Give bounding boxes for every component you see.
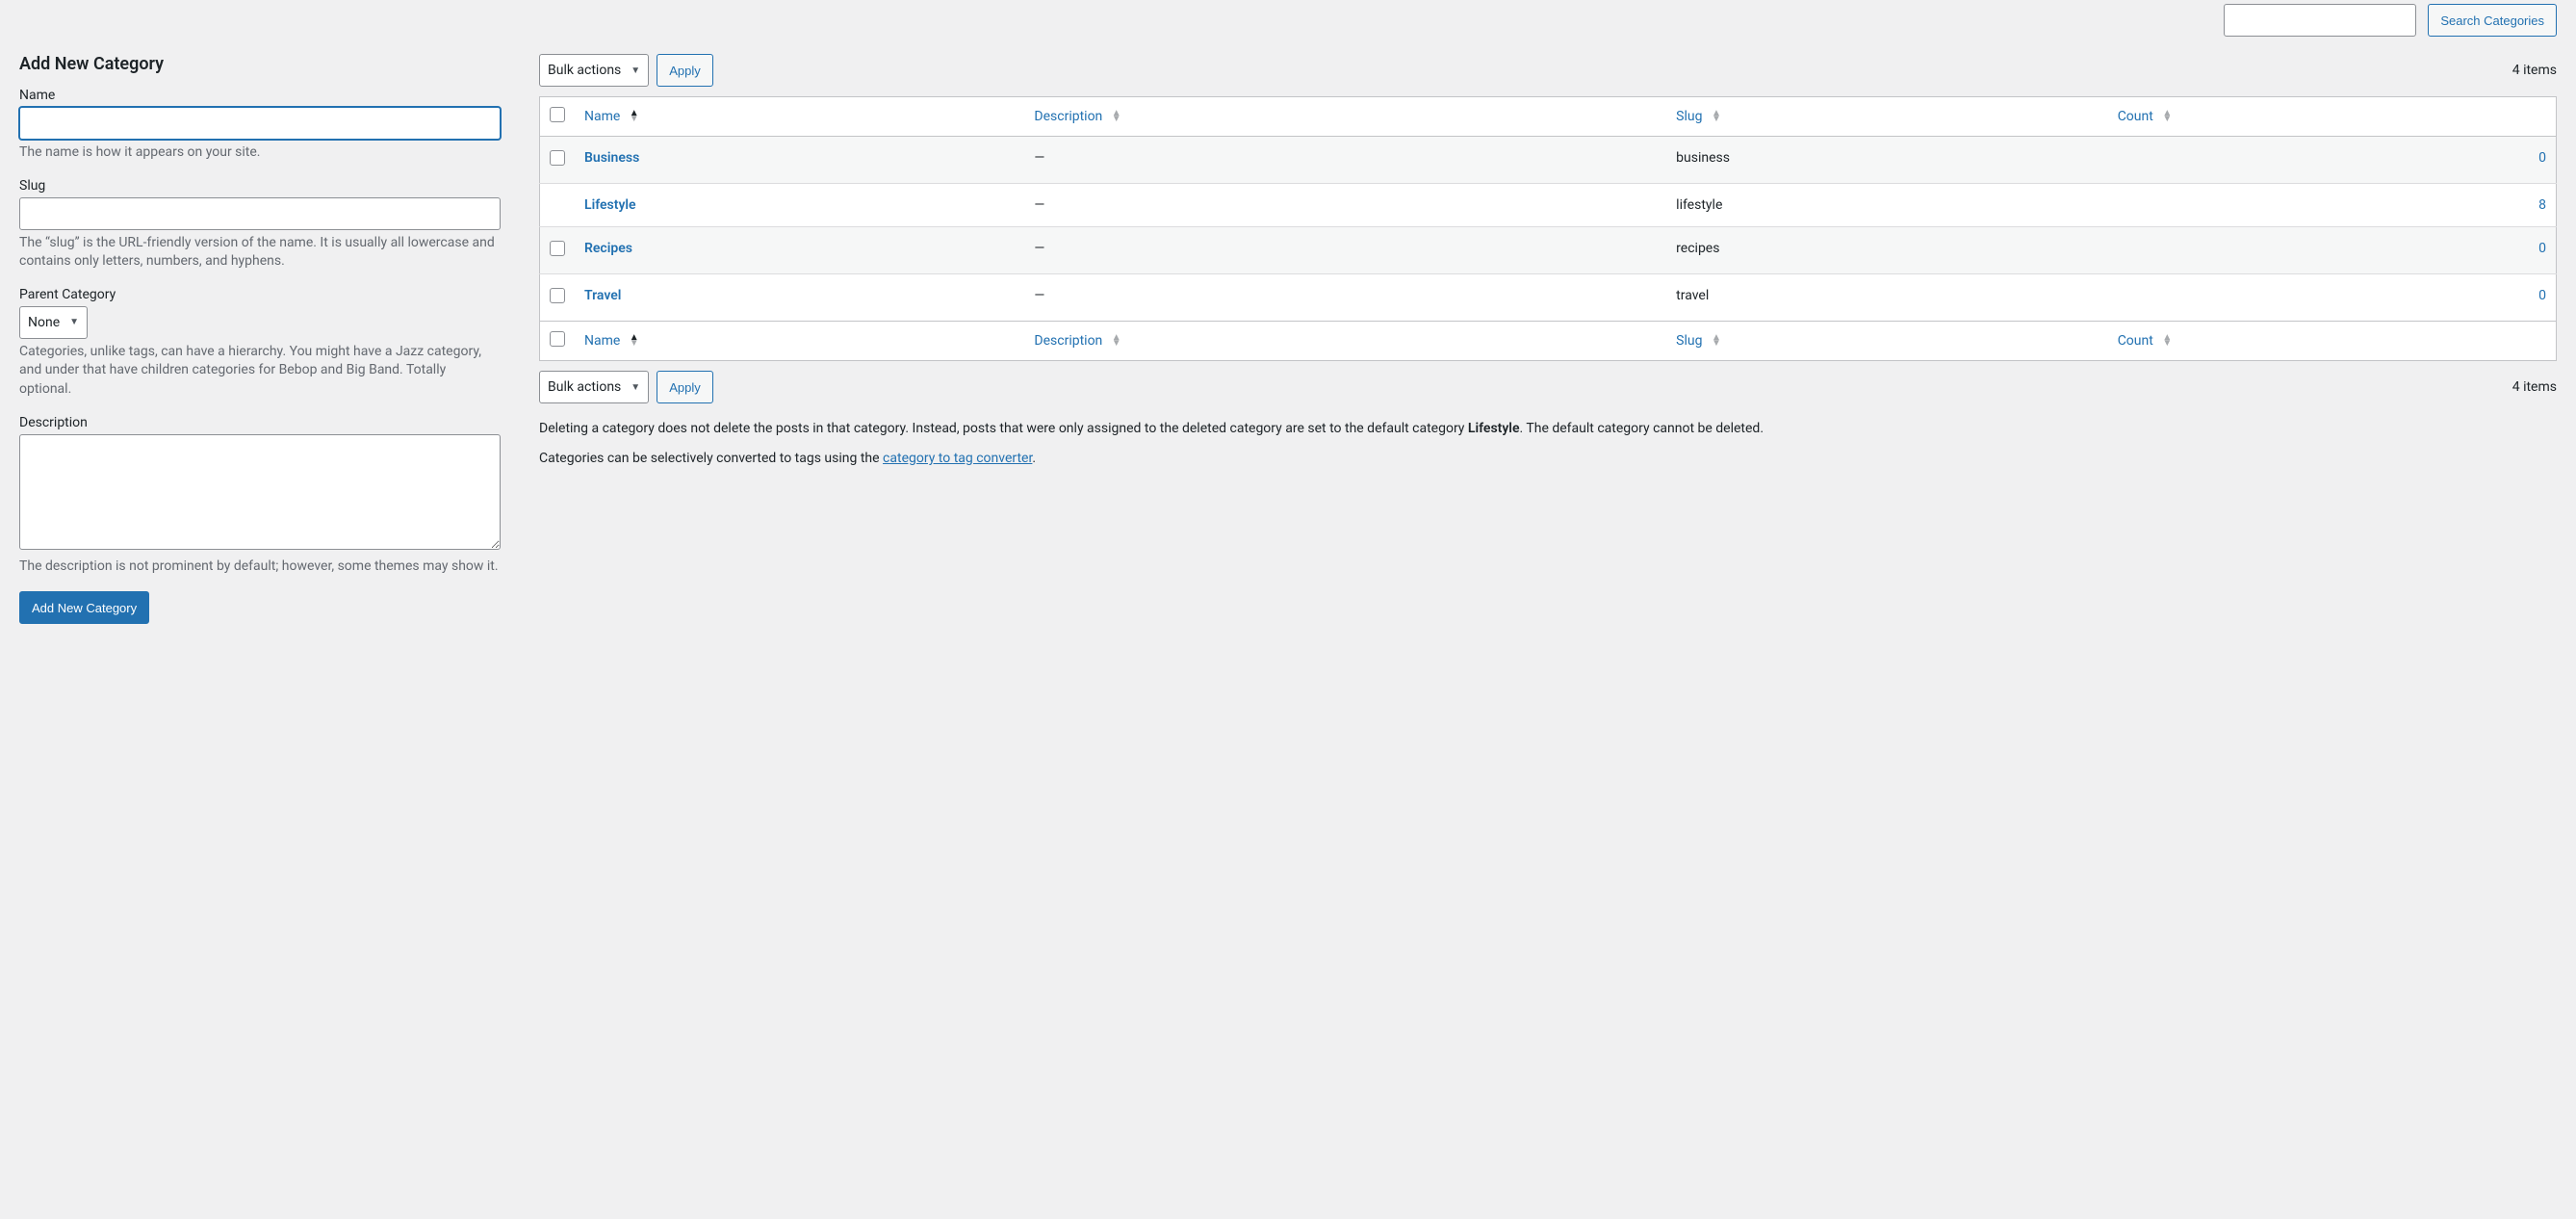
sort-icon: ▲▼ <box>1112 111 1121 122</box>
column-slug-label: Slug <box>1676 333 1702 349</box>
name-help: The name is how it appears on your site. <box>19 143 501 163</box>
slug-label: Slug <box>19 178 501 194</box>
category-slug: travel <box>1666 274 2108 322</box>
select-all-checkbox-bottom[interactable] <box>550 331 565 347</box>
parent-select[interactable]: None ▼ <box>19 306 88 339</box>
category-count-link[interactable]: 8 <box>2538 197 2546 213</box>
slug-help: The “slug” is the URL-friendly version o… <box>19 234 501 272</box>
sort-icon: ▲▼ <box>630 335 639 347</box>
search-input[interactable] <box>2224 4 2416 37</box>
slug-input[interactable] <box>19 197 501 230</box>
category-count-link[interactable]: 0 <box>2538 288 2546 303</box>
default-category-name: Lifestyle <box>1468 421 1520 436</box>
description-label: Description <box>19 415 501 430</box>
row-checkbox[interactable] <box>550 241 565 256</box>
add-category-heading: Add New Category <box>19 54 501 74</box>
column-description-header[interactable]: Description ▲▼ <box>1024 97 1666 137</box>
items-count-top: 4 items <box>2512 63 2557 78</box>
category-slug: lifestyle <box>1666 184 2108 227</box>
category-count-link[interactable]: 0 <box>2538 241 2546 256</box>
select-all-checkbox-top[interactable] <box>550 107 565 122</box>
name-label: Name <box>19 88 501 103</box>
category-description: — <box>1024 184 1666 227</box>
category-slug: business <box>1666 137 2108 184</box>
category-name-link[interactable]: Travel <box>584 288 621 303</box>
bulk-actions-value: Bulk actions <box>548 379 621 395</box>
category-to-tag-converter-link[interactable]: category to tag converter <box>883 451 1032 466</box>
category-slug: recipes <box>1666 227 2108 274</box>
column-count-label: Count <box>2118 109 2153 124</box>
column-name-label: Name <box>584 109 620 124</box>
category-description: — <box>1024 227 1666 274</box>
column-description-footer[interactable]: Description ▲▼ <box>1024 322 1666 361</box>
column-slug-header[interactable]: Slug ▲▼ <box>1666 97 2108 137</box>
sort-icon: ▲▼ <box>1112 335 1121 347</box>
row-checkbox[interactable] <box>550 150 565 166</box>
note-text: . <box>1032 451 1036 466</box>
table-row: Lifestyle —lifestyle 8 <box>540 184 2557 227</box>
apply-button-top[interactable]: Apply <box>657 54 713 87</box>
bulk-actions-select-top[interactable]: Bulk actions ▼ <box>539 54 649 87</box>
column-count-header[interactable]: Count ▲▼ <box>2108 97 2557 137</box>
bulk-actions-select-bottom[interactable]: Bulk actions ▼ <box>539 371 649 403</box>
sort-icon: ▲▼ <box>1712 111 1721 122</box>
chevron-down-icon: ▼ <box>631 382 640 393</box>
sort-icon: ▲▼ <box>1712 335 1721 347</box>
row-checkbox[interactable] <box>550 288 565 303</box>
parent-help: Categories, unlike tags, can have a hier… <box>19 343 501 400</box>
parent-label: Parent Category <box>19 287 501 302</box>
category-name-link[interactable]: Business <box>584 150 639 166</box>
column-description-label: Description <box>1034 109 1102 124</box>
bulk-actions-value: Bulk actions <box>548 63 621 78</box>
table-row: Travel —travel 0 <box>540 274 2557 322</box>
description-help: The description is not prominent by defa… <box>19 558 501 577</box>
category-count-link[interactable]: 0 <box>2538 150 2546 166</box>
category-description: — <box>1024 137 1666 184</box>
add-category-button[interactable]: Add New Category <box>19 591 149 624</box>
parent-selected-value: None <box>28 315 60 330</box>
column-slug-footer[interactable]: Slug ▲▼ <box>1666 322 2108 361</box>
sort-icon: ▲▼ <box>2162 111 2172 122</box>
name-input[interactable] <box>19 107 501 140</box>
sort-icon: ▲▼ <box>2162 335 2172 347</box>
note-text: . The default category cannot be deleted… <box>1519 421 1764 436</box>
description-input[interactable] <box>19 434 501 550</box>
column-name-label: Name <box>584 333 620 349</box>
sort-icon: ▲▼ <box>630 111 639 122</box>
column-description-label: Description <box>1034 333 1102 349</box>
column-name-header[interactable]: Name ▲▼ <box>575 97 1024 137</box>
column-slug-label: Slug <box>1676 109 1702 124</box>
search-categories-button[interactable]: Search Categories <box>2428 4 2557 37</box>
table-row: Business —business 0 <box>540 137 2557 184</box>
column-count-footer[interactable]: Count ▲▼ <box>2108 322 2557 361</box>
column-count-label: Count <box>2118 333 2153 349</box>
note-text: Deleting a category does not delete the … <box>539 421 1468 436</box>
table-row: Recipes —recipes 0 <box>540 227 2557 274</box>
category-name-link[interactable]: Recipes <box>584 241 632 256</box>
categories-table: Name ▲▼ Description ▲▼ Slug ▲▼ Count ▲▼ <box>539 96 2557 361</box>
category-description: — <box>1024 274 1666 322</box>
chevron-down-icon: ▼ <box>631 65 640 76</box>
items-count-bottom: 4 items <box>2512 379 2557 395</box>
category-name-link[interactable]: Lifestyle <box>584 197 636 213</box>
column-name-footer[interactable]: Name ▲▼ <box>575 322 1024 361</box>
chevron-down-icon: ▼ <box>69 317 79 327</box>
delete-category-note: Deleting a category does not delete the … <box>539 419 2557 439</box>
apply-button-bottom[interactable]: Apply <box>657 371 713 403</box>
note-text: Categories can be selectively converted … <box>539 451 883 466</box>
convert-category-note: Categories can be selectively converted … <box>539 449 2557 469</box>
